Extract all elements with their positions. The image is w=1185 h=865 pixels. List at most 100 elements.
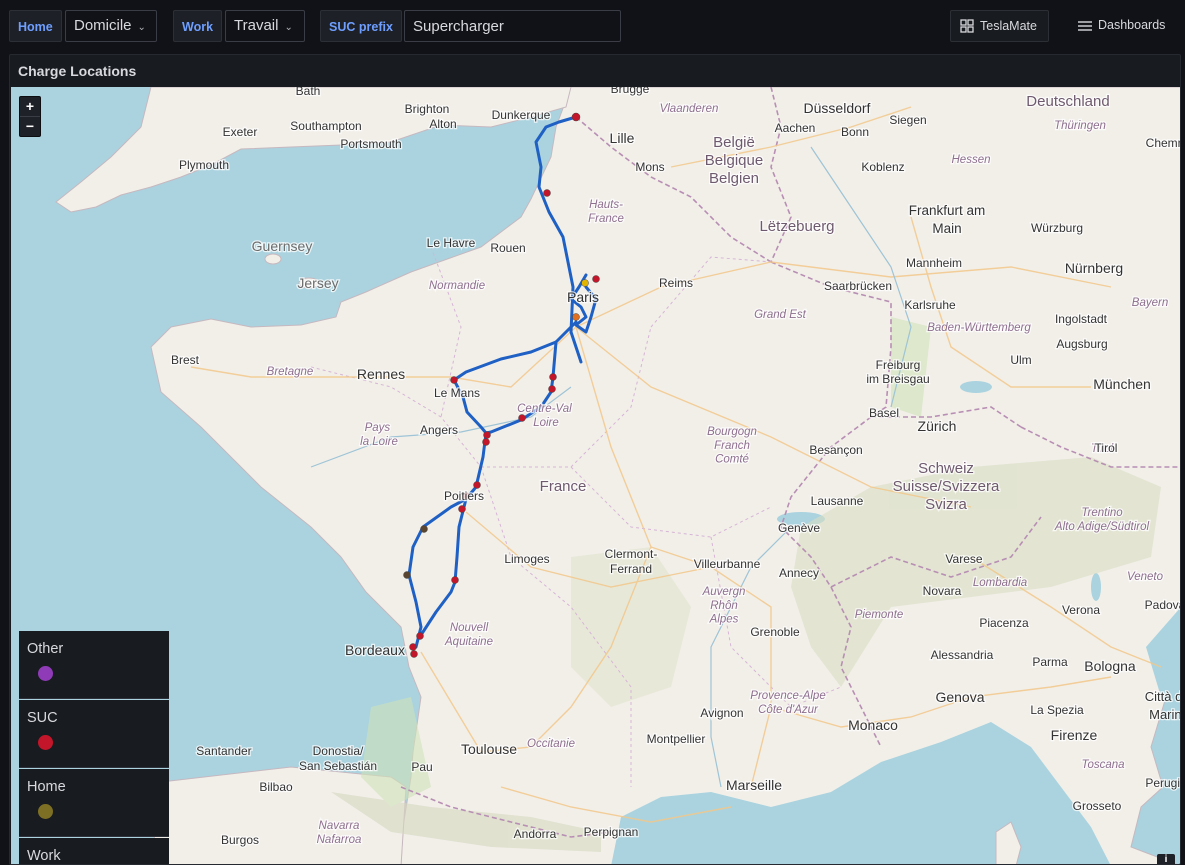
region-label: Grand Est [754,309,807,321]
charge-point-suc[interactable] [450,376,458,384]
city-label: Freiburg [876,358,921,372]
teslamate-dashboards-link[interactable]: TeslaMate [950,10,1049,42]
charge-point-suc[interactable] [410,650,418,658]
region-label: Hessen [952,154,991,166]
city-label: Brest [171,353,200,367]
guernsey-island [264,253,282,265]
region-label: Normandie [429,280,485,292]
work-variable-value: Travail [234,17,279,34]
charge-point-suc[interactable] [482,438,490,446]
charge-point-suc[interactable] [451,576,459,584]
city-label: Andorra [514,827,557,841]
region-label: Veneto [1127,571,1164,583]
country-label-france: France [540,478,587,495]
lake-constance [960,381,992,393]
city-label: Reims [659,276,693,290]
charge-point-suc[interactable] [571,112,581,122]
country-label-belgium: België Belgique Belgien [705,134,763,187]
legend-item-home[interactable]: Home [19,769,169,837]
city-label: Montpellier [647,732,706,746]
legend-label: Other [27,641,64,657]
charge-point-home[interactable] [581,279,589,287]
city-label: Le Mans [434,386,480,400]
chevron-down-icon: ⌄ [137,22,146,33]
city-label: Avignon [700,706,743,720]
region-label: Provence-Alpe Côte d'Azur [750,690,825,716]
dashboard-variables-bar: Home Domicile ⌄ Work Travail ⌄ SUC prefix … [0,0,1185,52]
city-label: Firenze [1051,727,1098,743]
grid-icon [960,19,974,33]
charge-point-suc[interactable] [409,643,417,651]
city-label: Jersey [297,275,338,291]
home-variable-select[interactable]: Domicile ⌄ [65,10,157,42]
charge-point-work[interactable] [572,313,580,321]
city-label: Ferrand [610,562,652,576]
map-legend: Other SUC Home Work [19,631,169,864]
legend-item-other[interactable]: Other [19,631,169,699]
map-attribution-button[interactable]: i [1157,854,1175,864]
city-label: Zürich [918,418,957,434]
city-label: Lausanne [811,494,864,508]
city-label: Novara [923,584,962,598]
city-label: Poitiers [444,489,484,503]
city-label: Guernsey [252,238,313,254]
region-label: Bayern [1132,297,1168,309]
charge-point-other[interactable] [403,571,411,579]
dashboards-button[interactable]: Dashboards [1069,10,1177,42]
menu-icon [1078,21,1092,31]
zoom-control: + − [19,96,41,137]
charge-point-suc[interactable] [473,481,481,489]
chevron-down-icon: ⌄ [284,22,293,33]
city-label: Dunkerque [492,108,551,122]
charge-point-suc[interactable] [518,414,526,422]
zoom-out-button[interactable]: − [20,116,40,136]
charge-point-suc[interactable] [458,505,466,513]
great-britain-land [55,87,572,213]
city-label: Mons [635,160,664,174]
legend-item-suc[interactable]: SUC [19,700,169,768]
charge-point-suc[interactable] [416,632,424,640]
country-label-luxembourg: Lëtzebuerg [759,218,834,235]
region-label: Bretagne [267,366,314,378]
city-label: Annecy [779,566,819,580]
city-label: Donostia/ [313,744,364,758]
region-label: Occitanie [527,738,575,750]
suc-prefix-input[interactable] [404,10,621,42]
city-label: Southampton [290,119,361,133]
city-label: Tirol [1095,441,1118,455]
city-label: Alessandria [931,648,994,662]
city-label: Mannheim [906,256,962,270]
legend-item-work[interactable]: Work [19,838,169,864]
map-canvas[interactable]: FranceBelgië Belgique BelgienDeutschlandSc… [11,87,1181,865]
city-label: Angers [420,423,458,437]
city-label: Bologna [1084,658,1136,674]
suc-prefix-variable-label: SUC prefix [320,10,402,42]
charge-point-suc[interactable] [549,373,557,381]
legend-color-dot [38,804,53,819]
city-label: Nürnberg [1065,260,1123,276]
charge-point-suc[interactable] [483,431,491,439]
city-label: Exeter [223,125,258,139]
city-label: Augsburg [1056,337,1107,351]
city-label: München [1093,376,1151,392]
charge-point-suc[interactable] [543,189,551,197]
city-label: Karlsruhe [904,298,956,312]
charge-locations-panel: Charge Locations France België Belgique … [9,54,1181,865]
city-label: Düsseldorf [804,100,871,116]
charge-point-other[interactable] [420,525,428,533]
zoom-in-button[interactable]: + [20,97,40,116]
charge-point-suc[interactable] [548,385,556,393]
region-label: Pays la Loire [360,422,398,448]
city-label: Koblenz [861,160,904,174]
work-variable-select[interactable]: Travail ⌄ [225,10,305,42]
dashboards-label: Dashboards [1098,18,1166,32]
city-label: Bilbao [259,780,293,794]
city-label: Basel [869,406,899,420]
charge-point-suc[interactable] [592,275,600,283]
city-label: Piacenza [979,616,1029,630]
city-label: Marino [1149,707,1181,722]
city-label: Limoges [504,552,549,566]
charge-locations-map[interactable]: France België Belgique Belgien Deutschland Sc… [11,87,1181,865]
city-label: Genève [778,521,820,535]
legend-label: Home [27,779,66,795]
